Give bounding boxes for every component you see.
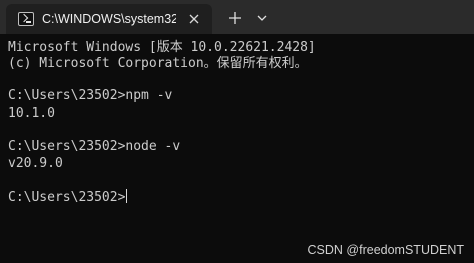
terminal-icon [18,12,34,26]
terminal-line: 10.1.0 [8,106,55,121]
tab-cmd[interactable]: C:\WINDOWS\system32\cmd. [6,4,212,34]
new-tab-button[interactable] [226,9,244,27]
title-bar: C:\WINDOWS\system32\cmd. [0,0,474,34]
chevron-down-icon [257,15,267,21]
terminal-output[interactable]: Microsoft Windows [版本 10.0.22621.2428] (… [0,34,474,263]
terminal-window: C:\WINDOWS\system32\cmd. Microsoft Windo… [0,0,474,263]
tab-title: C:\WINDOWS\system32\cmd. [42,12,176,26]
plus-icon [229,12,241,24]
tab-dropdown-button[interactable] [254,10,270,26]
watermark: CSDN @freedomSTUDENT [307,243,464,257]
close-icon[interactable] [186,11,202,27]
terminal-line: Microsoft Windows [版本 10.0.22621.2428] [8,40,316,55]
prompt-line[interactable]: C:\Users\23502> [8,189,128,206]
text-cursor [126,189,128,203]
terminal-line: C:\Users\23502>node -v [8,139,181,154]
terminal-line: C:\Users\23502>npm -v [8,88,173,103]
prompt-text: C:\Users\23502> [8,190,126,205]
terminal-line: v20.9.0 [8,156,63,171]
terminal-line: (c) Microsoft Corporation。保留所有权利。 [8,56,308,71]
